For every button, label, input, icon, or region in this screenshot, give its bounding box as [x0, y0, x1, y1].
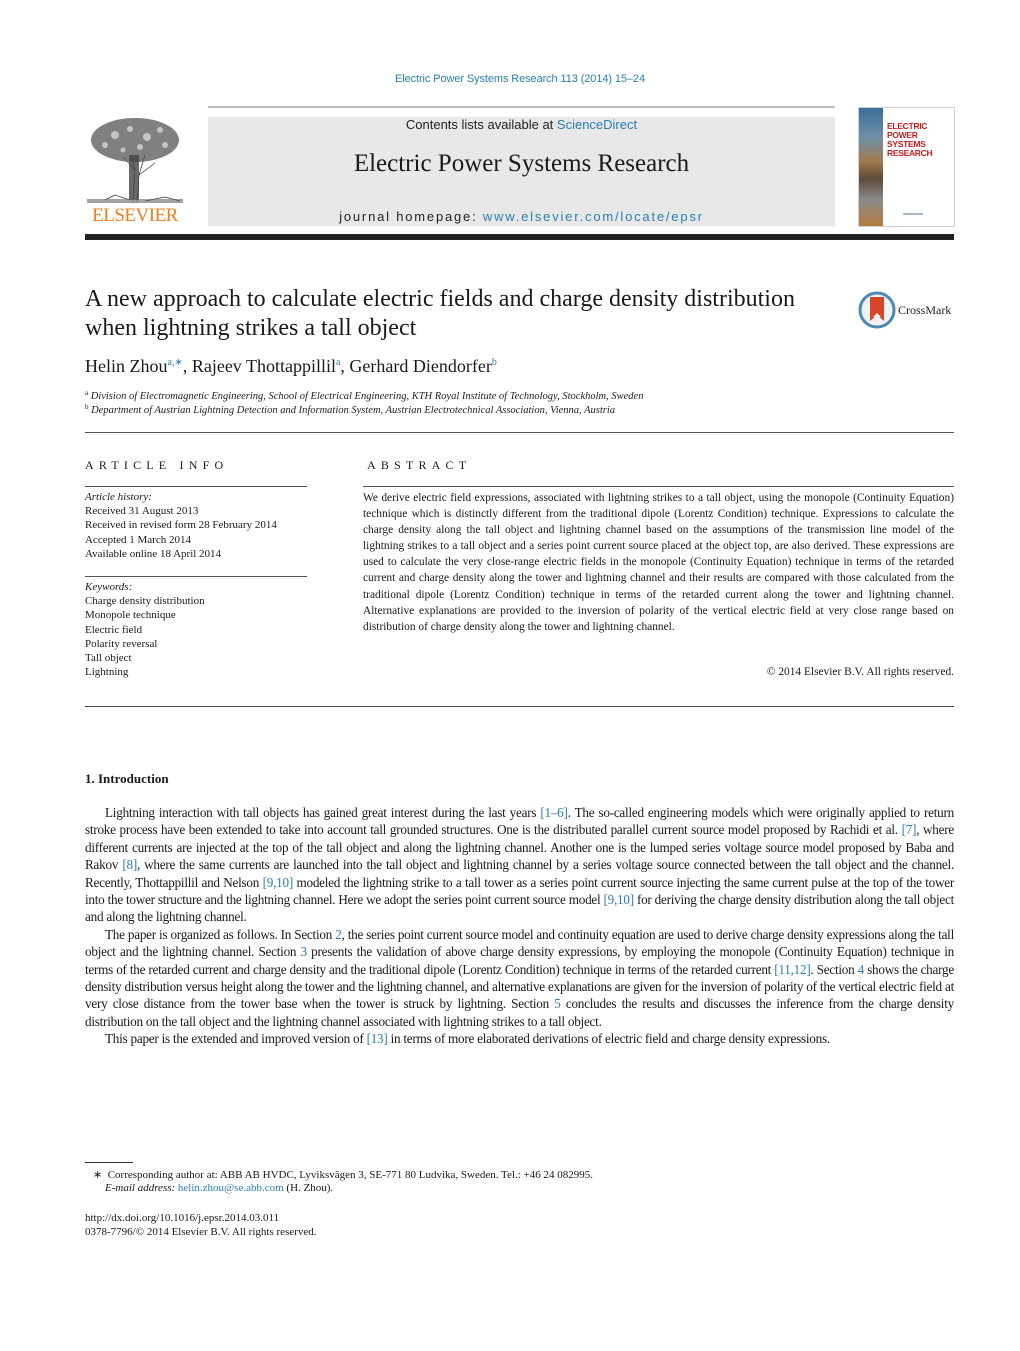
- elsevier-wordmark[interactable]: ELSEVIER: [85, 205, 185, 227]
- cover-photo-strip: [859, 108, 883, 226]
- history-item: Accepted 1 March 2014: [85, 533, 191, 546]
- keyword-item: Polarity reversal: [85, 637, 158, 650]
- crossmark-icon: [858, 291, 896, 329]
- masthead-top-rule: [208, 106, 835, 108]
- crossmark-label: CrossMark: [898, 303, 952, 317]
- citation-link[interactable]: [8]: [122, 857, 137, 872]
- history-item: Received in revised form 28 February 201…: [85, 519, 277, 532]
- email-label: E-mail address:: [105, 1182, 178, 1194]
- affiliation-key: b: [85, 403, 89, 411]
- citation-link[interactable]: [9,10]: [604, 892, 635, 907]
- journal-cover-thumbnail[interactable]: ELECTRIC POWER SYSTEMS RESEARCH: [858, 107, 955, 227]
- affiliation-b: b Department of Austrian Lightning Detec…: [85, 403, 615, 416]
- keyword-item: Charge density distribution: [85, 595, 205, 608]
- citation-link[interactable]: [7]: [902, 822, 917, 837]
- keywords-rule: [85, 576, 307, 577]
- keyword-item: Lightning: [85, 666, 129, 679]
- cover-title: ELECTRIC POWER SYSTEMS RESEARCH: [887, 122, 953, 158]
- body-text-run: The paper is organized as follows. In Se…: [105, 926, 336, 942]
- crossmark-badge[interactable]: CrossMark: [858, 291, 958, 331]
- affiliation-text: Division of Electromagnetic Engineering,…: [90, 391, 644, 402]
- masthead-divider: [85, 234, 954, 240]
- article-history-label: Article history:: [85, 491, 152, 503]
- journal-title: Electric Power Systems Research: [353, 150, 690, 177]
- author-affiliation-marker[interactable]: a,∗: [168, 357, 183, 368]
- citation-link[interactable]: [11,12]: [774, 962, 810, 977]
- cover-title-line2: SYSTEMS RESEARCH: [887, 139, 933, 158]
- sciencedirect-link[interactable]: ScienceDirect: [557, 117, 637, 132]
- abstract-text: We derive electric field expressions, as…: [363, 492, 954, 633]
- title-divider: [85, 432, 954, 433]
- author-name[interactable]: Rajeev Thottappillil: [192, 356, 336, 376]
- article-history: Article history: Received 31 August 2013…: [85, 490, 315, 561]
- article-info-rule: [85, 486, 307, 487]
- issn-copyright: 0378-7796/© 2014 Elsevier B.V. All right…: [85, 1226, 317, 1238]
- body-text-run: . Section: [810, 961, 858, 977]
- author-name[interactable]: Gerhard Diendorfer: [349, 356, 491, 376]
- author-affiliation-marker[interactable]: b: [492, 357, 497, 368]
- contents-prefix: Contents lists available at: [405, 117, 557, 132]
- paragraph: Lightning interaction with tall objects …: [85, 804, 954, 926]
- journal-citation-link[interactable]: Electric Power Systems Research 113 (201…: [0, 73, 1020, 85]
- keyword-item: Tall object: [85, 652, 132, 665]
- citation-link[interactable]: [9,10]: [263, 875, 294, 890]
- section-heading-introduction: 1. Introduction: [85, 771, 169, 786]
- email-footnote: E-mail address: helin.zhou@se.abb.com (H…: [85, 1182, 333, 1194]
- author-name[interactable]: Helin Zhou: [85, 356, 168, 376]
- body-text-run: in terms of more elaborated derivations …: [387, 1031, 831, 1047]
- cover-footer-mark: [903, 213, 923, 215]
- history-item: Available online 18 April 2014: [85, 547, 222, 560]
- abstract-end-divider: [85, 706, 954, 707]
- abstract-rule: [363, 486, 954, 487]
- article-info-heading: ARTICLE INFO: [85, 458, 229, 472]
- keyword-item: Electric field: [85, 623, 143, 636]
- author-affiliation-marker[interactable]: a: [336, 357, 340, 368]
- article-title: A new approach to calculate electric fie…: [85, 286, 795, 341]
- footnote-rule: [85, 1162, 133, 1163]
- journal-homepage: journal homepage: www.elsevier.com/locat…: [208, 209, 835, 224]
- history-item: Received 31 August 2013: [85, 505, 199, 518]
- journal-homepage-link[interactable]: www.elsevier.com/locate/epsr: [483, 209, 704, 224]
- abstract-heading: ABSTRACT: [367, 458, 472, 472]
- doi-link[interactable]: http://dx.doi.org/10.1016/j.epsr.2014.03…: [85, 1212, 279, 1224]
- keyword-item: Monopole technique: [85, 609, 176, 622]
- citation-link[interactable]: [1–6]: [540, 805, 568, 820]
- email-suffix: (H. Zhou).: [283, 1182, 334, 1194]
- journal-masthead: Contents lists available at ScienceDirec…: [208, 117, 835, 226]
- author-list: Helin Zhoua,∗, Rajeev Thottappillila, Ge…: [85, 356, 497, 376]
- body-text-run: This paper is the extended and improved …: [105, 1031, 367, 1047]
- footnote-marker: ∗: [93, 1169, 103, 1181]
- corresponding-author-footnote: ∗ Corresponding author at: ABB AB HVDC, …: [85, 1168, 593, 1181]
- affiliation-key: a: [85, 389, 89, 397]
- affiliation-a: a Division of Electromagnetic Engineerin…: [85, 389, 643, 402]
- homepage-prefix: journal homepage:: [339, 209, 483, 224]
- body-text-run: Lightning interaction with tall objects …: [105, 805, 541, 820]
- email-link[interactable]: helin.zhou@se.abb.com: [178, 1182, 284, 1194]
- affiliation-text: Department of Austrian Lightning Detecti…: [91, 405, 616, 416]
- citation-link[interactable]: [13]: [367, 1031, 388, 1046]
- paragraph: This paper is the extended and improved …: [85, 1030, 954, 1047]
- abstract-copyright: © 2014 Elsevier B.V. All rights reserved…: [766, 666, 954, 678]
- introduction-body: Lightning interaction with tall objects …: [85, 804, 954, 1048]
- keywords: Keywords: Charge density distribution Mo…: [85, 580, 315, 679]
- paragraph: The paper is organized as follows. In Se…: [85, 926, 954, 1030]
- corresponding-author-text: Corresponding author at: ABB AB HVDC, Ly…: [107, 1169, 593, 1181]
- keywords-label: Keywords:: [85, 581, 133, 593]
- contents-availability: Contents lists available at ScienceDirec…: [208, 117, 835, 132]
- cover-title-line1: ELECTRIC POWER: [887, 121, 928, 140]
